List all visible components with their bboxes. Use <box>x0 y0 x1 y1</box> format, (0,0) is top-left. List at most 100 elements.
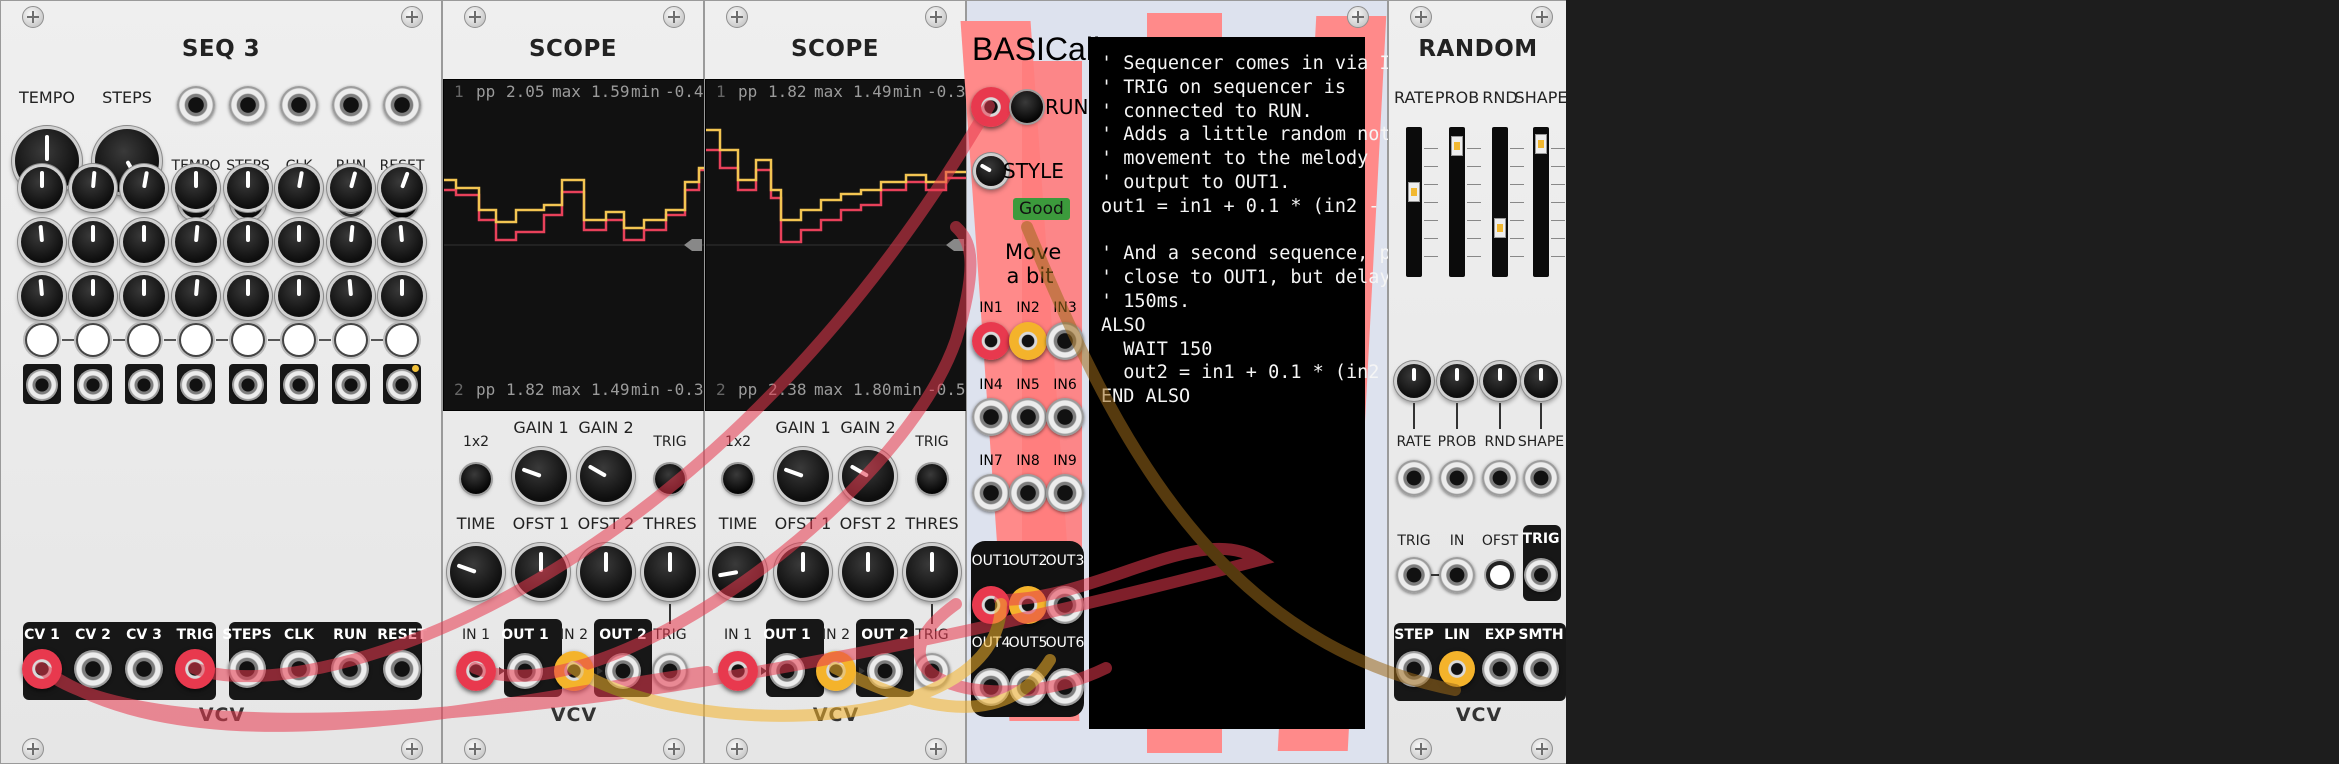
input-jack[interactable] <box>1009 322 1047 360</box>
offset-toggle-button[interactable] <box>1490 565 1510 585</box>
cv1-output-jack[interactable] <box>22 649 62 689</box>
gate-output-jack[interactable] <box>180 369 212 401</box>
trig-input-jack[interactable] <box>1396 557 1432 593</box>
trig-output-jack[interactable] <box>175 649 215 689</box>
rnd-knob[interactable] <box>1483 364 1517 398</box>
gate-step-button[interactable] <box>27 325 57 355</box>
shape-slider[interactable] <box>1533 127 1549 277</box>
gate-output-jack[interactable] <box>128 369 160 401</box>
in1-jack[interactable] <box>456 651 496 691</box>
gain2-knob[interactable] <box>842 450 894 502</box>
gate-step-button[interactable] <box>336 325 366 355</box>
gate-output-jack[interactable] <box>386 369 418 401</box>
trig-button[interactable] <box>917 464 947 494</box>
step-knob[interactable] <box>227 275 269 317</box>
cv-input-jack[interactable] <box>1523 460 1559 496</box>
ofst1-knob[interactable] <box>777 546 829 598</box>
step-knob[interactable] <box>21 221 63 263</box>
input-jack[interactable] <box>1009 474 1047 512</box>
step-knob[interactable] <box>175 221 217 263</box>
time-knob[interactable] <box>712 546 764 598</box>
step-knob[interactable] <box>72 167 114 209</box>
step-knob[interactable] <box>123 275 165 317</box>
gain2-knob[interactable] <box>580 450 632 502</box>
out2-jack[interactable] <box>867 653 903 689</box>
step-knob[interactable] <box>227 221 269 263</box>
input-jack[interactable] <box>972 474 1010 512</box>
out1-jack[interactable] <box>769 653 805 689</box>
step-knob[interactable] <box>381 221 423 263</box>
trig-input-jack[interactable] <box>914 653 950 689</box>
gain1-knob[interactable] <box>777 450 829 502</box>
reset-output-jack[interactable] <box>383 650 421 688</box>
in2-jack[interactable] <box>816 651 856 691</box>
run-input-jack[interactable] <box>971 87 1011 127</box>
gate-step-button[interactable] <box>387 325 417 355</box>
step-output-jack[interactable] <box>1396 651 1432 687</box>
step-knob[interactable] <box>278 167 320 209</box>
thres-knob[interactable] <box>906 546 958 598</box>
step-knob[interactable] <box>123 221 165 263</box>
step-knob[interactable] <box>72 275 114 317</box>
exp-output-jack[interactable] <box>1482 651 1518 687</box>
rate-knob[interactable] <box>1397 364 1431 398</box>
step-knob[interactable] <box>175 167 217 209</box>
output-jack[interactable] <box>972 586 1010 624</box>
output-jack[interactable] <box>1009 668 1047 706</box>
input-jack[interactable] <box>1046 398 1084 436</box>
cv-input-jack[interactable] <box>1396 460 1432 496</box>
input-jack[interactable] <box>1046 474 1084 512</box>
gate-output-jack[interactable] <box>283 369 315 401</box>
gate-step-button[interactable] <box>181 325 211 355</box>
ofst2-knob[interactable] <box>580 546 632 598</box>
gate-step-button[interactable] <box>129 325 159 355</box>
reset-input-jack[interactable] <box>383 86 421 124</box>
gate-output-jack[interactable] <box>335 369 367 401</box>
trig-button[interactable] <box>655 464 685 494</box>
step-knob[interactable] <box>123 167 165 209</box>
cv-input-jack[interactable] <box>1482 460 1518 496</box>
smth-output-jack[interactable] <box>1523 651 1559 687</box>
run-button[interactable] <box>1011 91 1043 123</box>
gate-output-jack[interactable] <box>232 369 264 401</box>
x12-button[interactable] <box>461 464 491 494</box>
step-knob[interactable] <box>381 275 423 317</box>
clk-output-jack[interactable] <box>280 650 318 688</box>
run-output-jack[interactable] <box>331 650 369 688</box>
rate-slider[interactable] <box>1406 127 1422 277</box>
step-knob[interactable] <box>21 275 63 317</box>
style-knob[interactable] <box>976 156 1006 186</box>
step-knob[interactable] <box>330 275 372 317</box>
cv3-output-jack[interactable] <box>125 650 163 688</box>
prob-knob[interactable] <box>1440 364 1474 398</box>
time-knob[interactable] <box>450 546 502 598</box>
rnd-slider[interactable] <box>1492 127 1508 277</box>
in2-jack[interactable] <box>554 651 594 691</box>
gate-step-button[interactable] <box>284 325 314 355</box>
input-jack[interactable] <box>972 322 1010 360</box>
trig-output-jack[interactable] <box>1524 558 1558 592</box>
in-jack[interactable] <box>1439 557 1475 593</box>
step-knob[interactable] <box>21 167 63 209</box>
ofst2-knob[interactable] <box>842 546 894 598</box>
lin-output-jack[interactable] <box>1439 651 1475 687</box>
gate-output-jack[interactable] <box>77 369 109 401</box>
trig-input-jack[interactable] <box>652 653 688 689</box>
tempo-cv-jack[interactable] <box>177 86 215 124</box>
gain1-knob[interactable] <box>515 450 567 502</box>
thres-knob[interactable] <box>644 546 696 598</box>
in1-jack[interactable] <box>718 651 758 691</box>
step-knob[interactable] <box>381 167 423 209</box>
input-jack[interactable] <box>1009 398 1047 436</box>
out1-jack[interactable] <box>507 653 543 689</box>
x12-button[interactable] <box>723 464 753 494</box>
step-knob[interactable] <box>330 167 372 209</box>
shape-knob[interactable] <box>1524 364 1558 398</box>
step-knob[interactable] <box>278 221 320 263</box>
output-jack[interactable] <box>972 668 1010 706</box>
gate-step-button[interactable] <box>78 325 108 355</box>
step-knob[interactable] <box>72 221 114 263</box>
clk-input-jack[interactable] <box>280 86 318 124</box>
step-knob[interactable] <box>330 221 372 263</box>
out2-jack[interactable] <box>605 653 641 689</box>
